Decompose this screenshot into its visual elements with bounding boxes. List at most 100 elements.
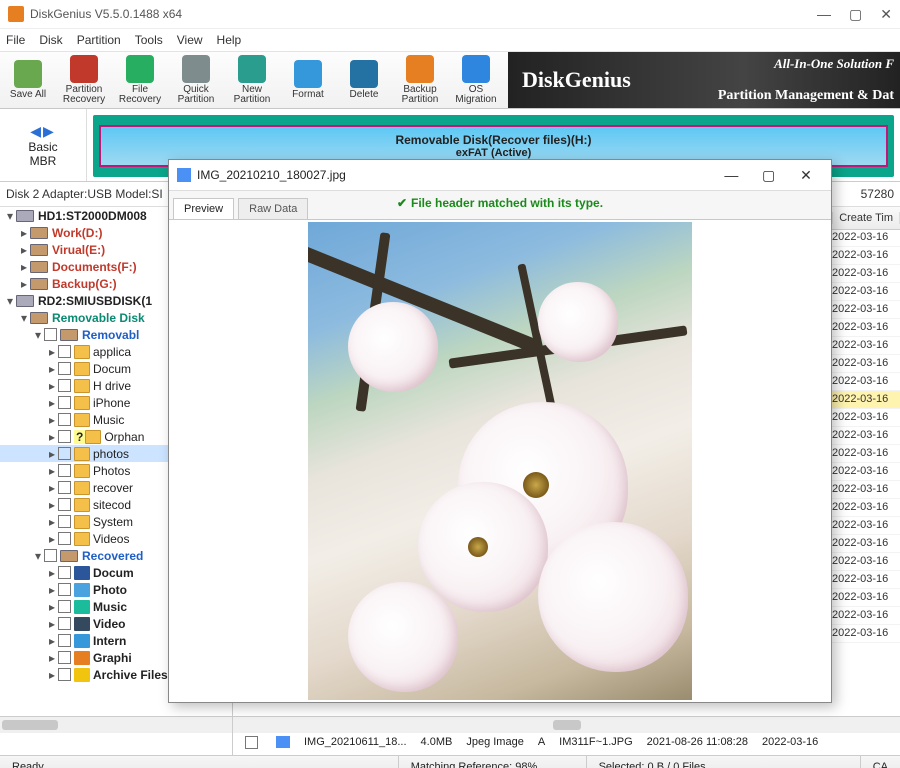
grid-row[interactable]: 2022-03-16	[830, 535, 900, 553]
preview-close-button[interactable]: ✕	[789, 167, 823, 184]
grid-row[interactable]: 2022-03-16	[830, 589, 900, 607]
col-create-time[interactable]: Create Tim	[833, 212, 900, 224]
grid-row[interactable]: 2022-03-16	[830, 409, 900, 427]
grid-row[interactable]: 2022-03-16	[830, 355, 900, 373]
preview-image	[308, 222, 692, 700]
toolbar-icon	[294, 60, 322, 88]
preview-maximize-button[interactable]: ▢	[752, 167, 786, 184]
disk-scheme: MBR	[30, 154, 57, 168]
image-file-icon	[177, 168, 191, 182]
toolbar-partition-recovery[interactable]: PartitionRecovery	[56, 53, 112, 107]
jpeg-file-icon	[276, 736, 290, 748]
grid-row[interactable]: 2022-03-16	[830, 463, 900, 481]
disk-adapter-info: Disk 2 Adapter:USB Model:SI	[6, 187, 163, 201]
grid-row[interactable]: 2022-03-16	[830, 301, 900, 319]
row-modified: 2021-08-26 11:08:28	[647, 736, 748, 748]
brand-tagline-1: All-In-One Solution F	[774, 56, 894, 72]
status-capacity: CA	[861, 756, 900, 768]
menu-partition[interactable]: Partition	[77, 33, 121, 47]
toolbar-delete[interactable]: Delete	[336, 53, 392, 107]
toolbar-icon	[126, 55, 154, 83]
titlebar: DiskGenius V5.5.0.1488 x64 — ▢ ✕	[0, 0, 900, 29]
grid-row[interactable]: 2022-03-16	[830, 607, 900, 625]
grid-row[interactable]: 2022-03-16	[830, 499, 900, 517]
toolbar-file-recovery[interactable]: FileRecovery	[112, 53, 168, 107]
status-matching: Matching Reference: 98%	[399, 756, 587, 768]
grid-horizontal-scrollbar[interactable]	[233, 716, 900, 733]
grid-row[interactable]: 2022-03-16	[830, 427, 900, 445]
row-checkbox[interactable]	[245, 736, 258, 749]
grid-sample-row[interactable]: IMG_20210611_18... 4.0MB Jpeg Image A IM…	[245, 733, 900, 751]
toolbar-icon	[238, 55, 266, 83]
grid-row[interactable]: 2022-03-16	[830, 265, 900, 283]
menu-view[interactable]: View	[177, 33, 203, 47]
status-selected: Selected: 0 B / 0 Files.	[587, 756, 861, 768]
toolbar-label: BackupPartition	[402, 85, 439, 105]
partition-fs: exFAT (Active)	[456, 147, 532, 159]
preview-window[interactable]: IMG_20210210_180027.jpg — ▢ ✕ ✔File head…	[168, 159, 832, 703]
disk-info-right: 57280	[861, 187, 894, 201]
toolbar-label: NewPartition	[234, 85, 271, 105]
window-title: DiskGenius V5.5.0.1488 x64	[30, 7, 817, 21]
grid-row[interactable]: 2022-03-16	[830, 517, 900, 535]
menu-help[interactable]: Help	[217, 33, 242, 47]
toolbar-new-partition[interactable]: NewPartition	[224, 53, 280, 107]
toolbar-save-all[interactable]: Save All	[0, 53, 56, 107]
toolbar-icon	[182, 55, 210, 83]
menu-disk[interactable]: Disk	[39, 33, 62, 47]
grid-row[interactable]: 2022-03-16	[830, 319, 900, 337]
grid-row[interactable]: 2022-03-16	[830, 625, 900, 643]
statusbar: Ready Matching Reference: 98% Selected: …	[0, 755, 900, 768]
minimize-button[interactable]: —	[817, 6, 831, 23]
grid-row[interactable]: 2022-03-16	[830, 373, 900, 391]
toolbar-icon	[14, 60, 42, 88]
menu-file[interactable]: File	[6, 33, 25, 47]
menubar: File Disk Partition Tools View Help	[0, 29, 900, 51]
toolbar-label: Format	[292, 90, 324, 100]
row-shortname: IM311F~1.JPG	[559, 736, 632, 748]
grid-row[interactable]: 2022-03-16	[830, 247, 900, 265]
toolbar-format[interactable]: Format	[280, 53, 336, 107]
row-filename: IMG_20210611_18...	[304, 736, 407, 748]
toolbar: Save All PartitionRecovery FileRecovery Qui…	[0, 51, 900, 109]
row-type: Jpeg Image	[466, 736, 523, 748]
grid-row[interactable]: 2022-03-16	[830, 481, 900, 499]
maximize-button[interactable]: ▢	[849, 6, 862, 23]
toolbar-icon	[406, 55, 434, 83]
menu-tools[interactable]: Tools	[135, 33, 163, 47]
brand-tagline-2: Partition Management & Dat	[718, 88, 894, 104]
toolbar-os-migration[interactable]: OS Migration	[448, 53, 504, 107]
row-attr: A	[538, 736, 545, 748]
brand-banner: DiskGenius All-In-One Solution F Partiti…	[508, 52, 900, 108]
toolbar-label: Delete	[350, 90, 379, 100]
toolbar-label: QuickPartition	[178, 85, 215, 105]
grid-row[interactable]: 2022-03-16	[830, 553, 900, 571]
grid-row[interactable]: 2022-03-16	[830, 391, 900, 409]
toolbar-icon	[462, 55, 490, 83]
header-match-status: ✔File header matched with its type.	[169, 196, 831, 210]
toolbar-label: FileRecovery	[119, 85, 161, 105]
toolbar-quick-partition[interactable]: QuickPartition	[168, 53, 224, 107]
toolbar-icon	[70, 55, 98, 83]
preview-minimize-button[interactable]: —	[714, 167, 748, 183]
grid-row[interactable]: 2022-03-16	[830, 445, 900, 463]
tree-horizontal-scrollbar[interactable]	[0, 716, 232, 733]
partition-title: Removable Disk(Recover files)(H:)	[395, 133, 591, 147]
toolbar-backup-partition[interactable]: BackupPartition	[392, 53, 448, 107]
status-ready: Ready	[0, 756, 399, 768]
preview-tabs: ✔File header matched with its type. Prev…	[169, 191, 831, 220]
app-logo-icon	[8, 6, 24, 22]
row-created: 2022-03-16	[762, 736, 818, 748]
nav-arrows-icon[interactable]: ◀▶	[30, 123, 56, 140]
grid-row[interactable]: 2022-03-16	[830, 283, 900, 301]
grid-row[interactable]: 2022-03-16	[830, 571, 900, 589]
toolbar-label: PartitionRecovery	[63, 85, 105, 105]
preview-titlebar[interactable]: IMG_20210210_180027.jpg — ▢ ✕	[169, 160, 831, 191]
toolbar-icon	[350, 60, 378, 88]
close-button[interactable]: ✕	[880, 6, 892, 23]
preview-title: IMG_20210210_180027.jpg	[197, 168, 714, 182]
grid-row[interactable]: 2022-03-16	[830, 337, 900, 355]
disk-mode: Basic	[28, 140, 57, 154]
row-size: 4.0MB	[421, 736, 453, 748]
grid-row[interactable]: 2022-03-16	[830, 229, 900, 247]
